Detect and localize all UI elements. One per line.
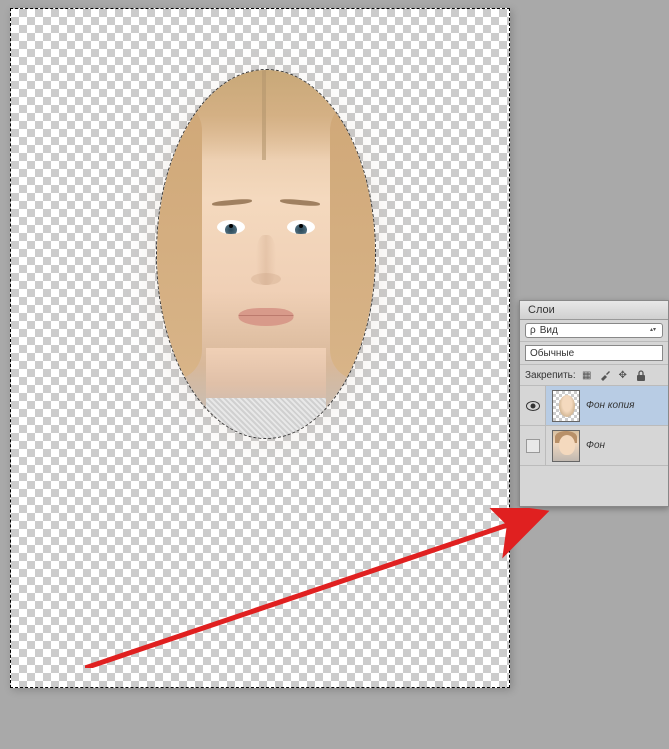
layers-panel: Слои ρ Вид ▴▾ Обычные Закрепить: ▦ ✥ [519,300,669,507]
layer-row-fon-kopiya[interactable]: Фон копия [520,386,668,426]
face-image [157,70,375,438]
blend-mode-dropdown[interactable]: Обычные [525,345,663,361]
layer-visibility-toggle[interactable] [520,386,546,425]
layer-thumbnail[interactable] [552,390,580,422]
lock-position-icon[interactable]: ✥ [616,368,630,382]
canvas-workspace [0,0,520,749]
layer-filter-dropdown[interactable]: ρ Вид ▴▾ [525,323,663,338]
layer-visibility-toggle[interactable] [520,426,546,465]
layer-name-label[interactable]: Фон [586,440,668,451]
layer-filter-label: Вид [540,325,558,336]
lock-all-icon[interactable] [634,368,648,382]
layer-name-label[interactable]: Фон копия [586,400,668,411]
lock-transparency-icon[interactable]: ▦ [580,368,594,382]
layer-row-fon[interactable]: Фон [520,426,668,466]
lock-brush-icon[interactable] [598,368,612,382]
elliptical-selection[interactable] [156,69,376,439]
visibility-off-icon [526,439,540,453]
lock-label: Закрепить: [525,370,576,381]
document-canvas[interactable] [10,8,510,688]
eye-icon [526,401,540,411]
layer-list: Фон копия Фон [520,386,668,506]
panel-title[interactable]: Слои [520,301,668,320]
layer-thumbnail[interactable] [552,430,580,462]
